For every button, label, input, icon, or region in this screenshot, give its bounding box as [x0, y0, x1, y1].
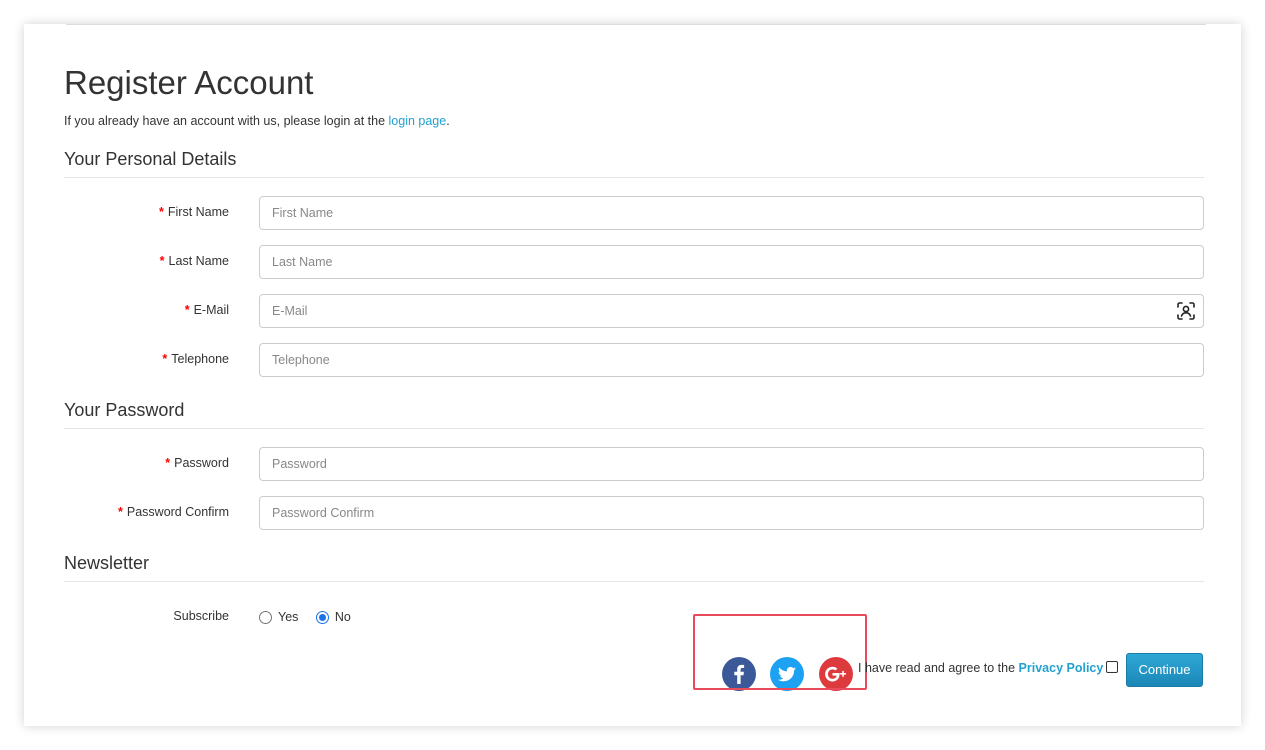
required-marker: *	[159, 254, 165, 268]
subscribe-yes-radio[interactable]	[259, 610, 272, 624]
password-label-text: Password	[174, 456, 229, 470]
first-name-input-box	[259, 196, 1204, 230]
first-name-input[interactable]	[260, 197, 1172, 229]
required-marker: *	[165, 456, 171, 470]
required-marker: *	[159, 205, 164, 219]
intro-text: If you already have an account with us, …	[64, 113, 450, 129]
last-name-input-box	[259, 245, 1204, 279]
agree-text: I have read and agree to the	[858, 661, 1019, 675]
subscribe-no-radio[interactable]	[315, 610, 329, 624]
telephone-label-text: Telephone	[171, 352, 229, 366]
email-row: * E-Mail	[64, 294, 1204, 328]
password-confirm-label: * Password Confirm	[64, 496, 229, 530]
password-input[interactable]	[260, 448, 1172, 480]
telephone-label: * Telephone	[64, 343, 229, 377]
subscribe-radio-group: Yes No	[259, 600, 365, 634]
personal-details-legend: Your Personal Details	[64, 147, 1204, 178]
telephone-input-box	[259, 343, 1204, 377]
password-confirm-input[interactable]	[260, 497, 1172, 529]
required-marker: *	[118, 505, 123, 519]
privacy-agreement: I have read and agree to the Privacy Pol…	[858, 660, 1119, 676]
subscribe-row: Subscribe Yes No	[64, 600, 1204, 634]
subscribe-no-option[interactable]: No	[315, 600, 351, 634]
privacy-policy-label: Privacy Policy	[1018, 661, 1104, 675]
subscribe-yes-option[interactable]: Yes	[259, 600, 298, 634]
first-name-label: * First Name	[64, 196, 229, 230]
email-label-text: E-Mail	[193, 303, 229, 317]
required-marker: *	[162, 352, 168, 366]
subscribe-label: Subscribe	[173, 609, 229, 623]
first-name-row: * First Name	[64, 196, 1204, 230]
email-input[interactable]	[260, 295, 1172, 327]
page-title: Register Account	[64, 64, 314, 101]
last-name-input[interactable]	[260, 246, 1172, 278]
password-confirm-label-text: Password Confirm	[126, 505, 229, 519]
telephone-row: * Telephone	[64, 343, 1204, 377]
password-confirm-row: * Password Confirm	[64, 496, 1204, 530]
password-confirm-input-box	[259, 496, 1204, 530]
last-name-label-text: Last Name	[168, 254, 229, 268]
password-row: * Password	[64, 447, 1204, 481]
first-name-label-text: First Name	[167, 205, 229, 219]
subscribe-no-label: No	[334, 610, 351, 624]
agree-checkbox[interactable]	[1106, 661, 1119, 673]
privacy-policy-link[interactable]: Privacy Policy	[1019, 661, 1104, 675]
newsletter-legend: Newsletter	[64, 551, 1204, 582]
autofill-contact-icon[interactable]	[1177, 302, 1195, 320]
continue-button[interactable]: Continue	[1126, 653, 1203, 687]
login-page-link[interactable]: login page	[389, 114, 447, 128]
password-label: * Password	[64, 447, 229, 481]
password-input-box	[259, 447, 1204, 481]
telephone-input[interactable]	[260, 344, 1172, 376]
last-name-label: * Last Name	[64, 245, 229, 279]
email-label: * E-Mail	[64, 294, 229, 328]
password-legend: Your Password	[64, 398, 1204, 429]
social-login-highlight	[693, 614, 867, 690]
required-marker: *	[184, 303, 190, 317]
top-divider	[66, 24, 1206, 25]
subscribe-yes-label: Yes	[278, 610, 299, 624]
email-input-box	[259, 294, 1204, 328]
register-card: Register Account If you already have an …	[24, 24, 1241, 726]
intro-prefix: If you already have an account with us, …	[64, 114, 389, 128]
last-name-row: * Last Name	[64, 245, 1204, 279]
intro-suffix: .	[446, 114, 450, 128]
